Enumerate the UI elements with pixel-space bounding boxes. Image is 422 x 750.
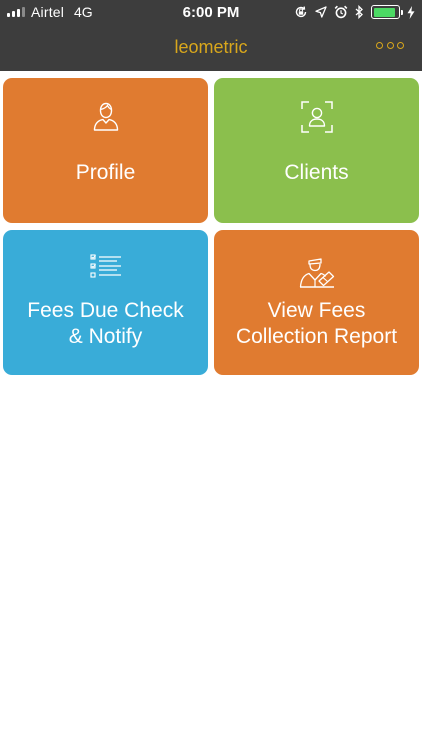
more-options-icon (376, 41, 383, 49)
checklist-icon (89, 254, 121, 278)
orientation-lock-icon (295, 6, 307, 18)
status-bar: Airtel 4G 6:00 PM (0, 0, 422, 24)
battery-icon (371, 5, 403, 19)
more-options-button[interactable] (376, 38, 404, 52)
view-fees-report-label-line1: View Fees (267, 299, 366, 322)
top-bar: Airtel 4G 6:00 PM leometric (0, 0, 422, 71)
bluetooth-icon (355, 5, 363, 19)
fees-due-check-label: Fees Due Check & Notify (3, 298, 208, 350)
status-icons (294, 3, 415, 21)
profile-label: Profile (75, 161, 136, 184)
battery-fill (373, 7, 396, 17)
collector-icon (299, 258, 334, 288)
clients-tile[interactable]: Clients (214, 78, 419, 223)
alarm-icon (334, 5, 348, 19)
navigation-bar: leometric (0, 24, 422, 71)
profile-tile[interactable]: Profile (3, 78, 208, 223)
view-fees-report-label-line2: Collection Report (235, 325, 398, 348)
location-arrow-icon (315, 6, 327, 18)
fees-due-check-label-line2: & Notify (68, 325, 143, 348)
view-fees-report-tile[interactable]: View Fees Collection Report (214, 230, 419, 375)
client-frame-icon (300, 101, 333, 133)
clients-label: Clients (284, 161, 349, 184)
view-fees-report-label: View Fees Collection Report (214, 298, 419, 350)
fees-due-check-label-line1: Fees Due Check (27, 299, 184, 322)
fees-due-check-tile[interactable]: Fees Due Check & Notify (3, 230, 208, 375)
charging-bolt-icon (407, 5, 415, 19)
app-title: leometric (174, 37, 248, 57)
person-icon (93, 102, 118, 131)
